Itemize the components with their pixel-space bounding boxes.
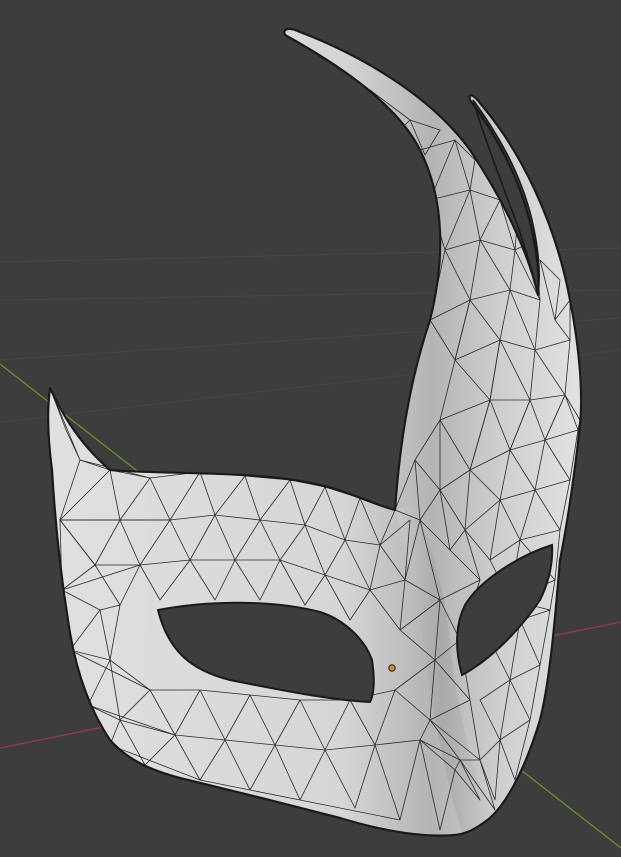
mask-mesh[interactable] — [47, 27, 583, 837]
3d-viewport[interactable] — [0, 0, 621, 857]
object-origin-marker[interactable] — [388, 664, 396, 672]
viewport-canvas[interactable] — [0, 0, 621, 857]
